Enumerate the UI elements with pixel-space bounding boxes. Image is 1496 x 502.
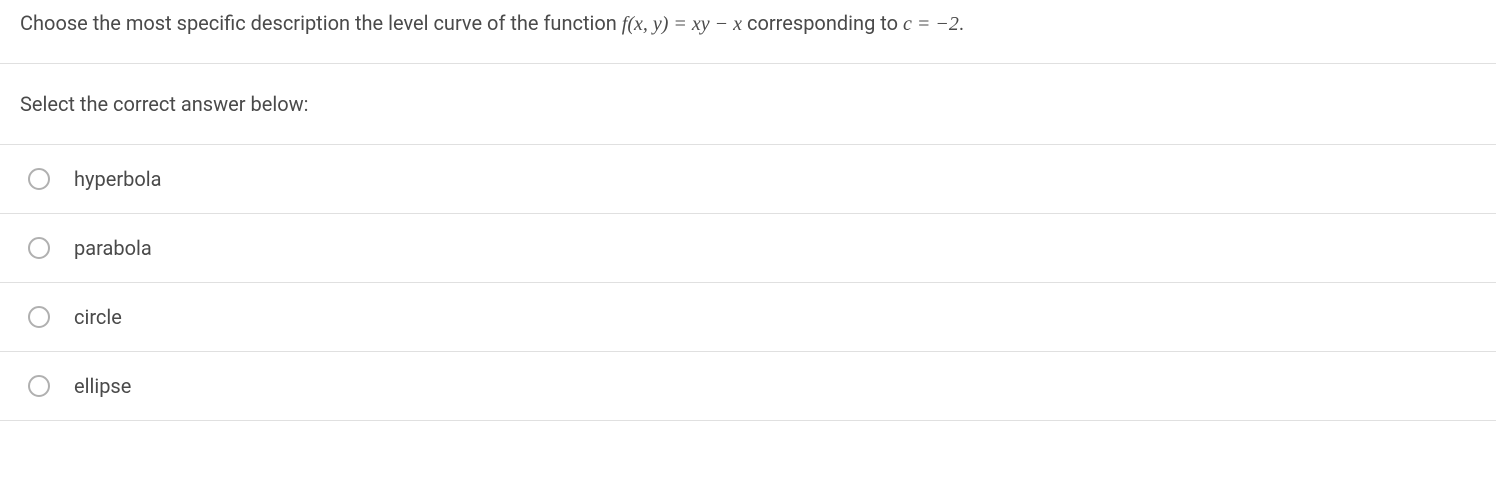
radio-icon bbox=[28, 306, 50, 328]
option-ellipse[interactable]: ellipse bbox=[0, 352, 1496, 421]
question-suffix: . bbox=[959, 11, 964, 35]
option-circle[interactable]: circle bbox=[0, 283, 1496, 352]
option-hyperbola[interactable]: hyperbola bbox=[0, 145, 1496, 214]
question-c-value: c = −2 bbox=[903, 13, 959, 35]
option-label: circle bbox=[74, 305, 122, 329]
option-label: parabola bbox=[74, 236, 152, 260]
option-parabola[interactable]: parabola bbox=[0, 214, 1496, 283]
radio-icon bbox=[28, 375, 50, 397]
question-text: Choose the most specific description the… bbox=[0, 0, 1496, 64]
question-middle: corresponding to bbox=[742, 11, 903, 35]
radio-icon bbox=[28, 237, 50, 259]
question-function: f(x, y) = xy − x bbox=[622, 13, 742, 35]
radio-icon bbox=[28, 168, 50, 190]
instruction-text: Select the correct answer below: bbox=[0, 64, 1496, 145]
option-label: ellipse bbox=[74, 374, 131, 398]
question-prefix: Choose the most specific description the… bbox=[20, 11, 622, 35]
option-label: hyperbola bbox=[74, 167, 161, 191]
